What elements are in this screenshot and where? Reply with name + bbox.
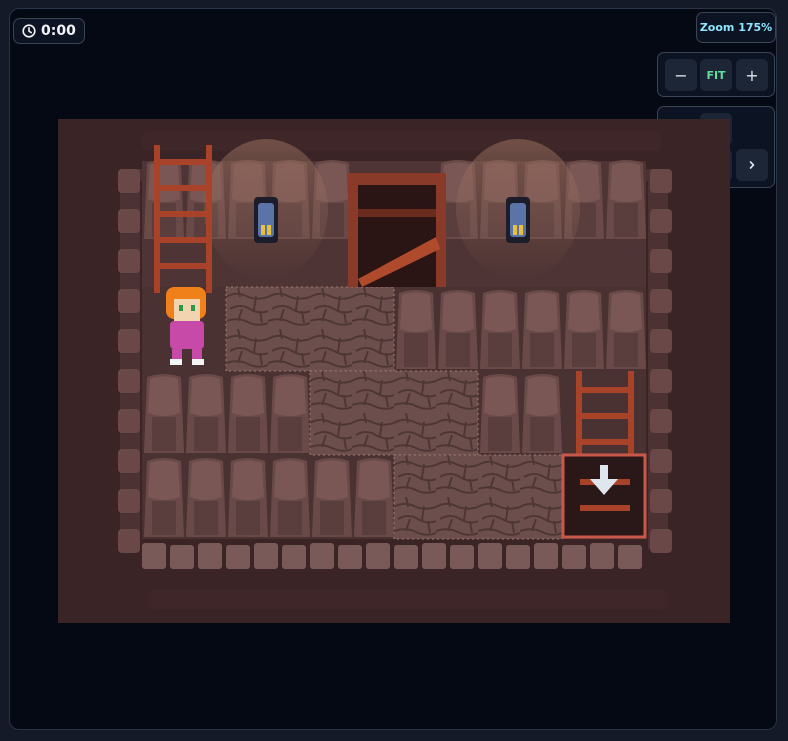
pan-right-button[interactable] xyxy=(736,149,768,181)
mine-door xyxy=(348,173,446,287)
zoom-level: Zoom 175% xyxy=(696,12,776,43)
chevron-right-icon xyxy=(749,161,755,169)
timer: 0:00 xyxy=(13,18,85,44)
timer-value: 0:00 xyxy=(41,23,76,39)
zoom-fit-button[interactable]: FIT xyxy=(700,59,732,91)
lantern-icon xyxy=(254,197,278,243)
zoom-controls: − FIT + xyxy=(657,52,775,97)
clock-icon xyxy=(22,24,36,38)
game-canvas[interactable] xyxy=(58,119,730,623)
exit-tile[interactable] xyxy=(561,453,647,539)
zoom-out-button[interactable]: − xyxy=(665,59,697,91)
zoom-in-button[interactable]: + xyxy=(736,59,768,91)
lantern-icon xyxy=(506,197,530,243)
